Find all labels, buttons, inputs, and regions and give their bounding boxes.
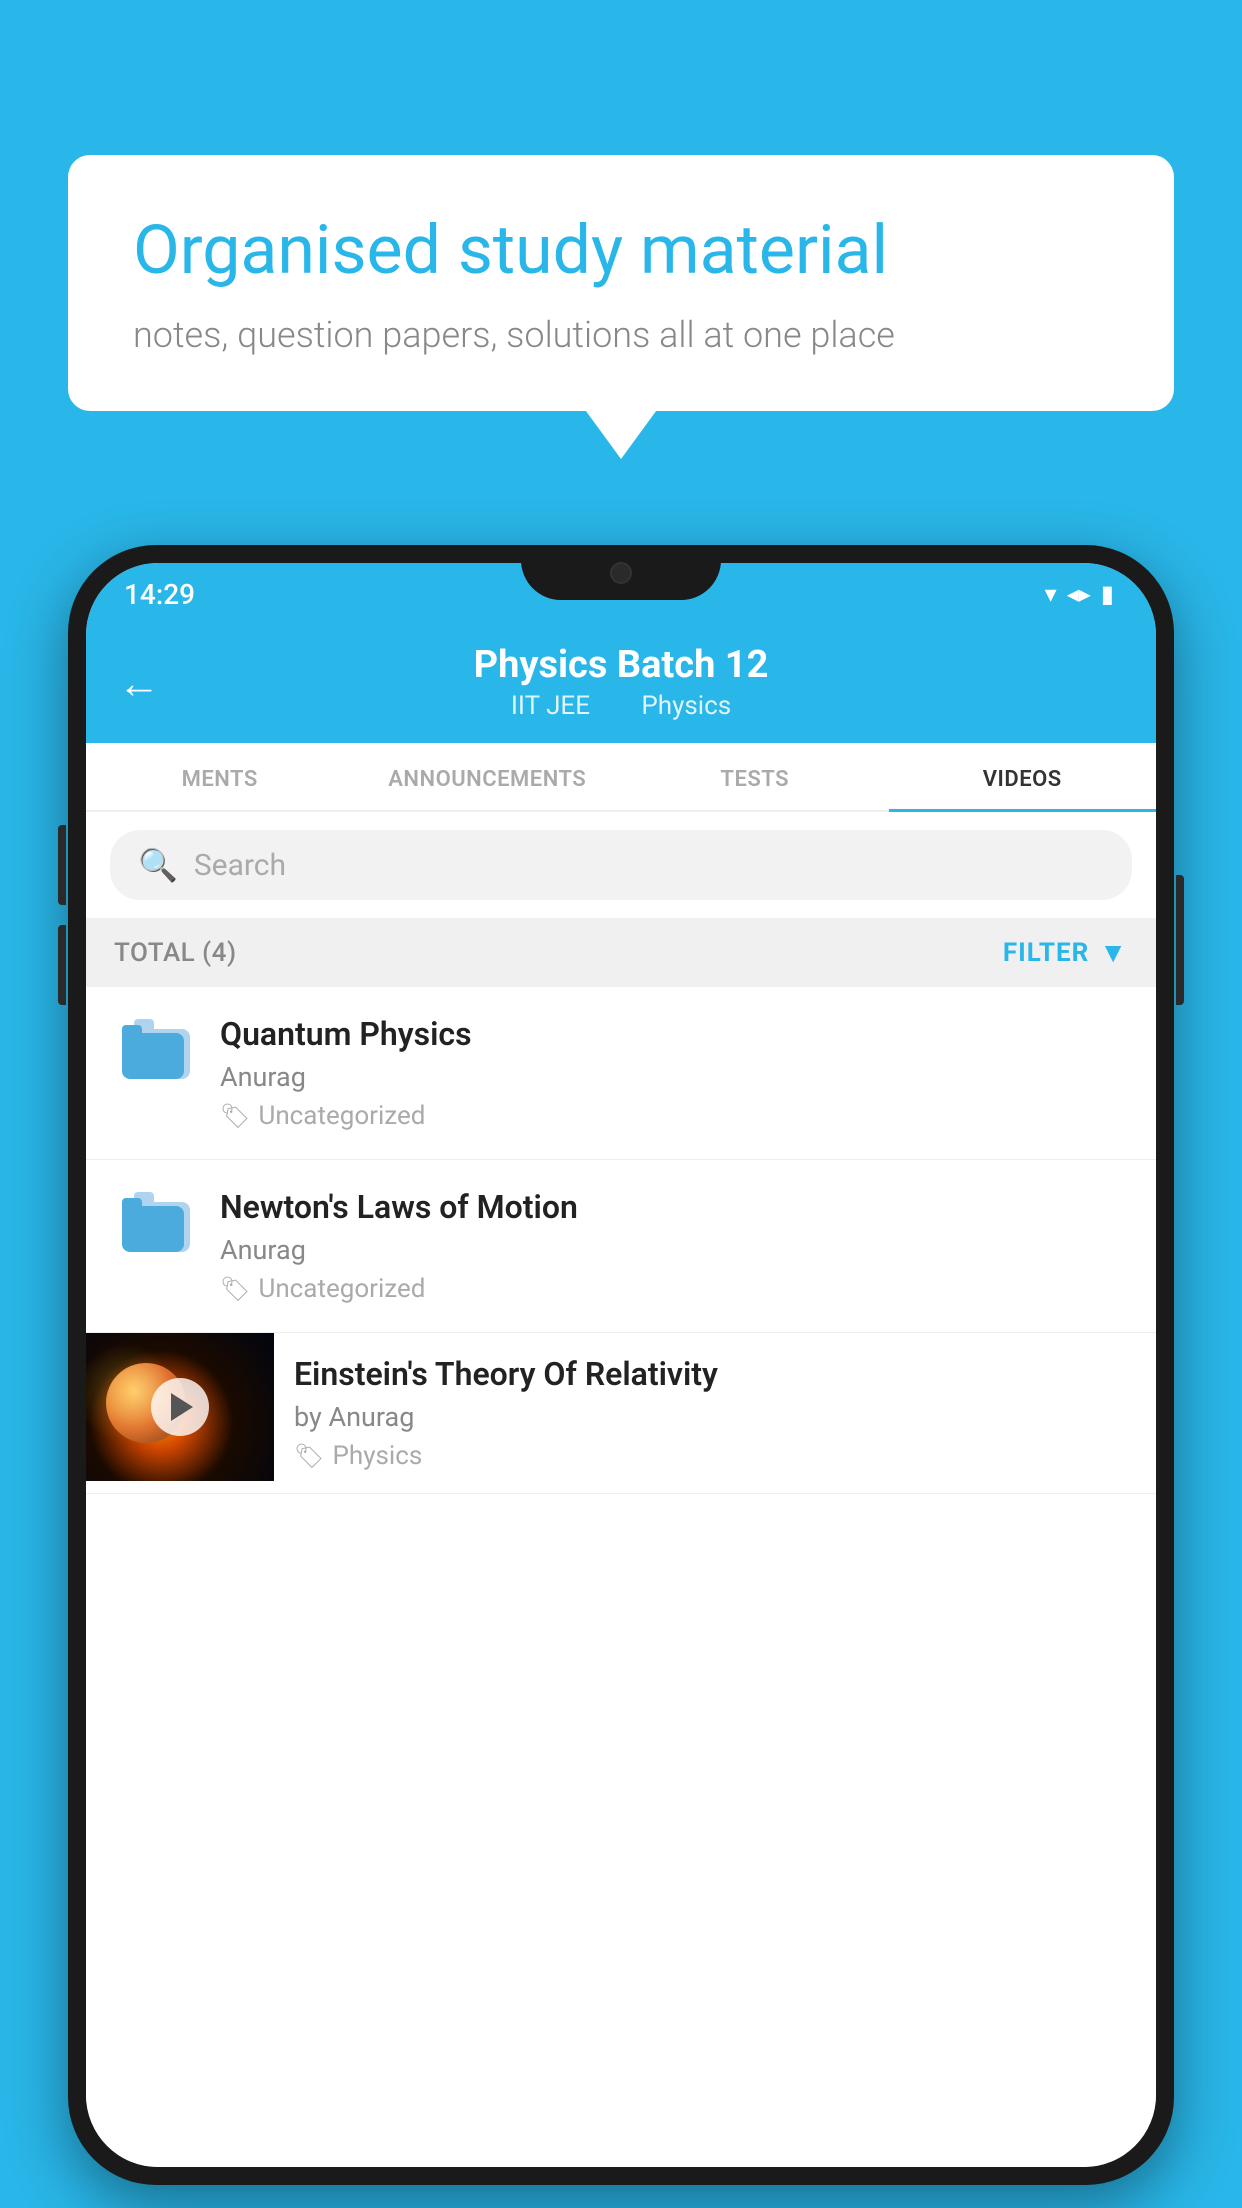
item-text: Quantum Physics Anurag 🏷 Uncategorized bbox=[202, 1015, 1128, 1131]
back-button[interactable]: ← bbox=[118, 660, 160, 709]
tab-announcements[interactable]: ANNOUNCEMENTS bbox=[354, 743, 622, 810]
signal-icon: ◂▸ bbox=[1067, 580, 1091, 608]
item-author: Anurag bbox=[220, 1234, 1128, 1266]
filter-label: FILTER bbox=[1003, 938, 1089, 968]
list-item[interactable]: Newton's Laws of Motion Anurag 🏷 Uncateg… bbox=[86, 1160, 1156, 1333]
speech-bubble-subtext: notes, question papers, solutions all at… bbox=[133, 314, 1109, 356]
content-list: Quantum Physics Anurag 🏷 Uncategorized bbox=[86, 987, 1156, 2167]
tag-text: Physics bbox=[332, 1441, 422, 1471]
phone-frame: 14:29 ▾ ◂▸ ▮ ← Physics Batch 12 IIT JEE … bbox=[68, 545, 1174, 2208]
phone-notch bbox=[521, 545, 721, 600]
tab-ments[interactable]: MENTS bbox=[86, 743, 354, 810]
speech-bubble-container: Organised study material notes, question… bbox=[68, 155, 1174, 411]
tag-icon: 🏷 bbox=[220, 1275, 250, 1303]
search-bar[interactable]: 🔍 Search bbox=[110, 830, 1132, 900]
folder-front bbox=[122, 1206, 184, 1252]
tag-icon: 🏷 bbox=[294, 1442, 324, 1470]
item-icon-area bbox=[114, 1015, 202, 1079]
speech-bubble-heading: Organised study material bbox=[133, 210, 1109, 292]
item-title: Quantum Physics bbox=[220, 1015, 1128, 1053]
folder-icon bbox=[122, 1192, 194, 1252]
search-placeholder: Search bbox=[194, 848, 286, 883]
item-tag: 🏷 Uncategorized bbox=[220, 1101, 1128, 1131]
list-item-video[interactable]: Einstein's Theory Of Relativity by Anura… bbox=[86, 1333, 1156, 1494]
video-author: by Anurag bbox=[294, 1401, 1136, 1433]
speech-bubble: Organised study material notes, question… bbox=[68, 155, 1174, 411]
volume-down-button bbox=[58, 925, 66, 1005]
tag-text: Uncategorized bbox=[258, 1274, 425, 1304]
folder-icon bbox=[122, 1019, 194, 1079]
app-header: ← Physics Batch 12 IIT JEE Physics bbox=[86, 625, 1156, 743]
search-icon: 🔍 bbox=[138, 846, 178, 884]
tab-tests[interactable]: TESTS bbox=[621, 743, 889, 810]
filter-row: TOTAL (4) FILTER ▼ bbox=[86, 918, 1156, 987]
video-tag: 🏷 Physics bbox=[294, 1441, 1136, 1471]
item-title: Newton's Laws of Motion bbox=[220, 1188, 1128, 1226]
volume-up-button bbox=[58, 825, 66, 905]
item-icon-area bbox=[114, 1188, 202, 1252]
tag-text: Uncategorized bbox=[258, 1101, 425, 1131]
status-icons: ▾ ◂▸ ▮ bbox=[1045, 580, 1114, 608]
item-author: Anurag bbox=[220, 1061, 1128, 1093]
item-tag: 🏷 Uncategorized bbox=[220, 1274, 1128, 1304]
item-text: Newton's Laws of Motion Anurag 🏷 Uncateg… bbox=[202, 1188, 1128, 1304]
filter-button[interactable]: FILTER ▼ bbox=[1003, 936, 1128, 969]
subtitle-part2: Physics bbox=[641, 691, 731, 721]
tab-videos[interactable]: VIDEOS bbox=[889, 743, 1157, 810]
folder-front bbox=[122, 1033, 184, 1079]
filter-funnel-icon: ▼ bbox=[1099, 936, 1128, 969]
camera-dot bbox=[610, 562, 632, 584]
search-bar-container: 🔍 Search bbox=[86, 812, 1156, 918]
video-thumbnail bbox=[86, 1333, 274, 1481]
battery-icon: ▮ bbox=[1101, 580, 1114, 608]
wifi-icon: ▾ bbox=[1045, 580, 1057, 608]
video-text: Einstein's Theory Of Relativity by Anura… bbox=[274, 1333, 1156, 1493]
video-title: Einstein's Theory Of Relativity bbox=[294, 1355, 1136, 1393]
list-item[interactable]: Quantum Physics Anurag 🏷 Uncategorized bbox=[86, 987, 1156, 1160]
subtitle-separator bbox=[612, 691, 625, 721]
play-icon bbox=[171, 1393, 193, 1421]
power-button bbox=[1176, 875, 1184, 1005]
status-time: 14:29 bbox=[124, 578, 195, 611]
phone-outer: 14:29 ▾ ◂▸ ▮ ← Physics Batch 12 IIT JEE … bbox=[68, 545, 1174, 2185]
header-title: Physics Batch 12 bbox=[474, 643, 769, 687]
subtitle-part1: IIT JEE bbox=[511, 691, 590, 721]
header-subtitle: IIT JEE Physics bbox=[503, 691, 739, 721]
tabs-bar: MENTS ANNOUNCEMENTS TESTS VIDEOS bbox=[86, 743, 1156, 812]
tag-icon: 🏷 bbox=[220, 1102, 250, 1130]
play-button[interactable] bbox=[151, 1378, 209, 1436]
total-count-label: TOTAL (4) bbox=[114, 938, 237, 968]
phone-screen: 14:29 ▾ ◂▸ ▮ ← Physics Batch 12 IIT JEE … bbox=[86, 563, 1156, 2167]
